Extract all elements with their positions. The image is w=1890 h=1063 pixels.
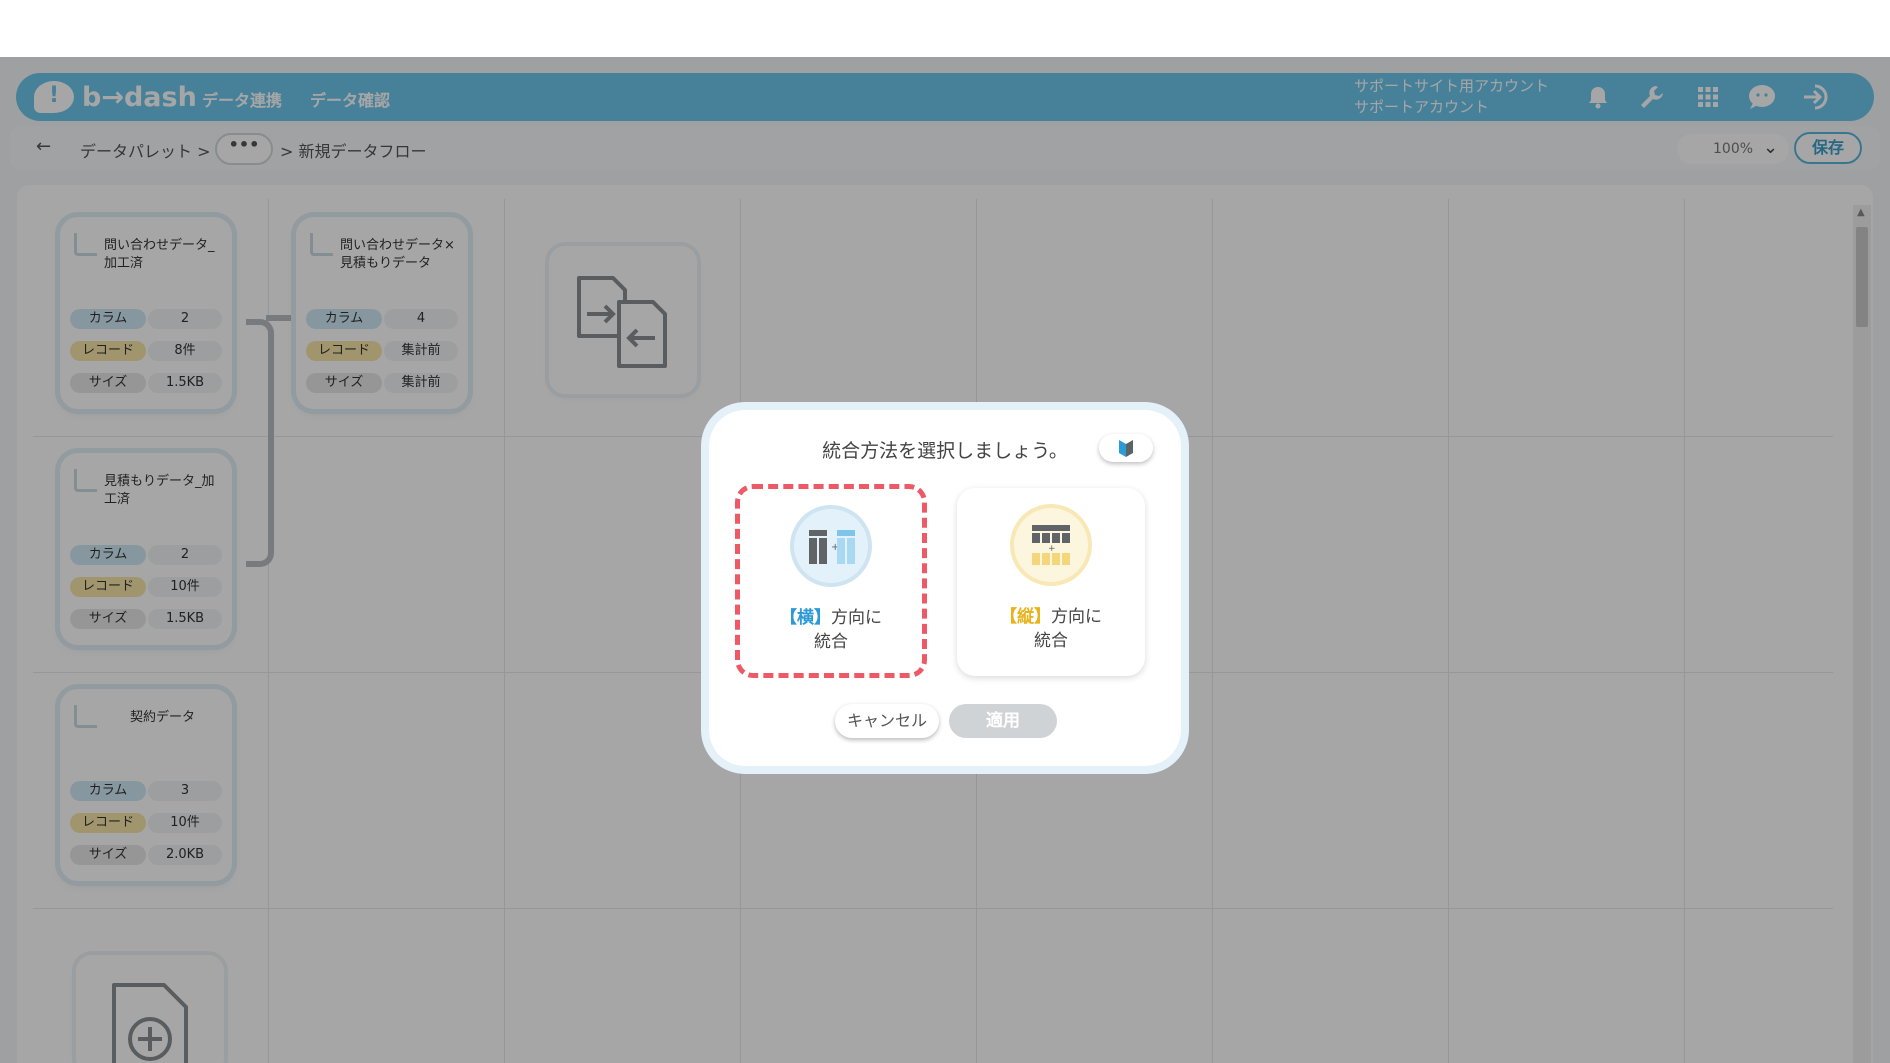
option-merge-vertical[interactable]: + 【縦】方向に 統合 (957, 488, 1145, 676)
cancel-button[interactable]: キャンセル (835, 704, 939, 738)
option-horizontal-label: 【横】方向に 統合 (740, 606, 922, 654)
option-merge-horizontal[interactable]: + 【横】方向に 統合 (735, 484, 927, 678)
merge-method-dialog: 統合方法を選択しましょう。 + 【横】方向に 統合 + 【縦】方向に 統合 キャ… (709, 410, 1181, 766)
option-vertical-line1: 方向に (1051, 607, 1102, 627)
option-horizontal-line2: 統合 (814, 632, 848, 652)
option-vertical-line2: 統合 (1034, 631, 1068, 651)
option-horizontal-line1: 方向に (831, 608, 882, 628)
beginner-help-button[interactable] (1099, 434, 1153, 462)
option-vertical-bracket: 【縦】 (1000, 607, 1051, 627)
vertical-merge-icon: + (1014, 508, 1088, 582)
svg-text:+: + (1048, 544, 1056, 554)
beginner-mark-icon (1119, 440, 1133, 457)
horizontal-merge-icon: + (794, 509, 868, 583)
option-vertical-label: 【縦】方向に 統合 (957, 605, 1145, 653)
apply-button[interactable]: 適用 (949, 704, 1057, 738)
option-horizontal-bracket: 【横】 (780, 608, 831, 628)
